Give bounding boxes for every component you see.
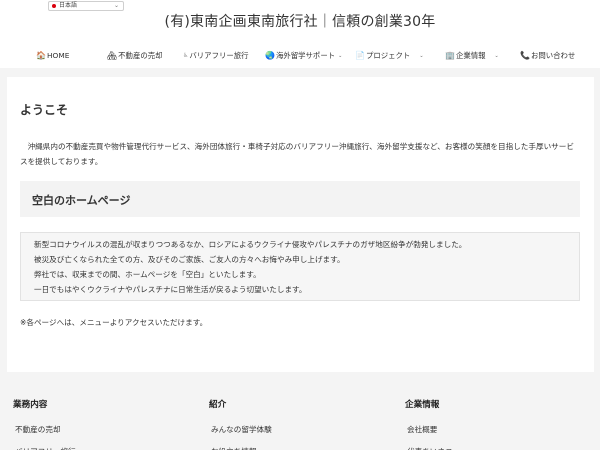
footnote: ※各ページへは、メニューよりアクセスいただけます。: [20, 318, 208, 327]
phone-icon: 📞: [520, 51, 530, 60]
language-selector[interactable]: 日本語 ⌄: [48, 1, 124, 11]
notice-line: 新型コロナウイルスの混乱が収まりつつあるなか、ロシアによるウクライナ侵攻やパレス…: [34, 240, 467, 249]
globe-icon: 🌏: [265, 51, 275, 60]
chevron-down-icon: ⌄: [338, 53, 343, 59]
nav-label: 不動産の売却: [118, 51, 163, 60]
footer-link[interactable]: 代表あいさつ: [405, 441, 453, 450]
japan-flag-icon: [52, 4, 56, 8]
nav-label: 海外留学サポート: [275, 51, 336, 60]
nav-item-barrier-free[interactable]: ♿ バリアフリー旅行: [183, 44, 249, 68]
nav-label: HOME: [46, 51, 70, 60]
nav-label: バリアフリー旅行: [189, 51, 249, 60]
chevron-down-icon: ⌄: [419, 53, 424, 59]
nav-label: お問い合わせ: [530, 51, 576, 60]
footer-link[interactable]: みんなの留学体験: [209, 419, 272, 441]
nav-item-real-estate[interactable]: 🏘 不動産の売却: [107, 44, 163, 68]
nav-label: プロジェクト: [365, 51, 411, 60]
site-footer: 業務内容 不動産の売却 バリアフリー旅行 紹介 みんなの留学体験 お役立ち情報 …: [0, 384, 600, 450]
footer-heading: 企業情報: [405, 400, 440, 410]
footer-link[interactable]: お役立ち情報: [209, 441, 272, 450]
footer-link[interactable]: 会社概要: [405, 419, 453, 441]
section-heading-box: 空白のホームページ: [20, 181, 580, 217]
notice-line: 被災及び亡くなられた全ての方、及びそのご家族、ご友人の方々へお悔やみ申し上げます…: [34, 255, 345, 264]
chevron-down-icon: ⌄: [113, 2, 119, 9]
nav-item-company[interactable]: 🏢 企業情報 ⌄: [445, 44, 499, 68]
nav-item-home[interactable]: 🏠 HOME: [36, 44, 69, 68]
building-icon: 🏢: [445, 51, 455, 60]
notice-line: 弊社では、収束までの間、ホームページを「空白」といたします。: [34, 270, 261, 279]
language-label: 日本語: [59, 2, 78, 9]
footer-column-intro: 紹介 みんなの留学体験 お役立ち情報: [209, 398, 272, 450]
nav-item-study-abroad[interactable]: 🌏 海外留学サポート ⌄: [265, 44, 342, 68]
main-nav: 🏠 HOME 🏘 不動産の売却 ♿ バリアフリー旅行 🌏 海外留学サポート ⌄ …: [0, 44, 600, 68]
footer-heading: 業務内容: [13, 400, 48, 410]
footer-column-company: 企業情報 会社概要 代表あいさつ: [405, 398, 453, 450]
main-content: ようこそ 沖縄県内の不動産売買や物件管理代行サービス、海外団体旅行・車椅子対応の…: [7, 77, 594, 372]
house-icon: 🏘: [107, 51, 118, 60]
document-icon: 📄: [355, 51, 365, 60]
nav-item-project[interactable]: 📄 プロジェクト ⌄: [355, 44, 424, 68]
welcome-heading: ようこそ: [20, 103, 69, 117]
notice-box: 新型コロナウイルスの混乱が収まりつつあるなか、ロシアによるウクライナ侵攻やパレス…: [20, 232, 580, 301]
home-icon: 🏠: [36, 51, 46, 60]
site-title[interactable]: (有)東南企画東南旅行社｜信頼の創業30年: [0, 11, 600, 31]
section-heading: 空白のホームページ: [32, 194, 131, 207]
nav-item-contact[interactable]: 📞 お問い合わせ: [520, 44, 575, 68]
intro-text: 沖縄県内の不動産売買や物件管理代行サービス、海外団体旅行・車椅子対応のバリアフリ…: [20, 142, 574, 166]
footer-link[interactable]: 不動産の売却: [13, 419, 76, 441]
footer-link[interactable]: バリアフリー旅行: [13, 441, 76, 450]
site-header: 日本語 ⌄ (有)東南企画東南旅行社｜信頼の創業30年: [0, 0, 600, 44]
footer-heading: 紹介: [209, 400, 227, 410]
wheelchair-icon: ♿: [183, 52, 189, 59]
chevron-down-icon: ⌄: [494, 53, 499, 59]
nav-label: 企業情報: [455, 51, 486, 60]
notice-line: 一日でもはやくウクライナやパレスチナに日常生活が戻るよう切望いたします。: [34, 285, 307, 294]
footer-column-services: 業務内容 不動産の売却 バリアフリー旅行: [13, 398, 76, 450]
